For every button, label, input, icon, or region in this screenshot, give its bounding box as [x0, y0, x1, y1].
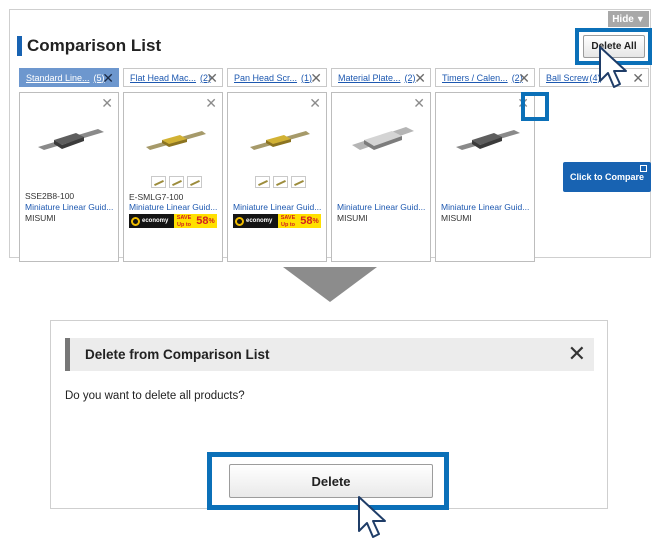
- page-title: Comparison List: [27, 36, 162, 55]
- dialog-header: Delete from Comparison List ✕: [65, 338, 594, 371]
- remove-icon[interactable]: ✕: [309, 96, 321, 110]
- close-icon[interactable]: ✕: [414, 70, 426, 86]
- discount-unit: %: [208, 217, 215, 225]
- product-card[interactable]: ✕ Miniature Linear Guid... MISUMI: [435, 92, 535, 262]
- tab-label: Timers / Calen...: [442, 72, 508, 83]
- tab-standard-line[interactable]: Standard Line... (5) ✕: [19, 68, 119, 87]
- linear-guide-image: [146, 131, 206, 150]
- delete-button[interactable]: Delete: [229, 464, 433, 498]
- discount-percent: 58%: [194, 214, 217, 228]
- linear-guide-image: [38, 129, 104, 150]
- comparison-panel: Hide ▼ Comparison List Delete All Standa…: [9, 9, 652, 262]
- discount-value: 58: [300, 215, 313, 227]
- variant-thumbnail[interactable]: [169, 176, 184, 188]
- economy-badge: economy SAVE Up to 58%: [233, 214, 321, 228]
- close-icon[interactable]: ✕: [102, 70, 114, 86]
- product-brand: MISUMI: [337, 213, 368, 223]
- remove-icon[interactable]: ✕: [413, 96, 425, 110]
- save-label-box: SAVE Up to: [278, 214, 298, 228]
- remove-icon[interactable]: ✕: [101, 96, 113, 110]
- variant-thumbnail[interactable]: [151, 176, 166, 188]
- economy-label: economy: [246, 218, 273, 224]
- remove-highlight: [521, 92, 549, 121]
- variant-thumbnail[interactable]: [255, 176, 270, 188]
- discount-value: 58: [196, 215, 209, 227]
- save-label: SAVE: [176, 215, 192, 221]
- product-sku: E-SMLG7-100: [129, 192, 184, 202]
- tab-timers[interactable]: Timers / Calen... (2) ✕: [435, 68, 535, 87]
- dialog-title: Delete from Comparison List: [85, 347, 270, 362]
- tab-pan-head[interactable]: Pan Head Scr... (1) ✕: [227, 68, 327, 87]
- tab-label: Material Plate...: [338, 72, 401, 83]
- variant-thumbnail[interactable]: [291, 176, 306, 188]
- close-icon[interactable]: ✕: [518, 70, 530, 86]
- variant-thumbnail[interactable]: [187, 176, 202, 188]
- product-name-link[interactable]: Miniature Linear Guid...: [129, 202, 225, 212]
- delete-dialog: Delete from Comparison List ✕ Do you wan…: [50, 320, 608, 510]
- linear-guide-image: [352, 127, 414, 150]
- product-card[interactable]: ✕ Miniature Linear Guid... MISUMI: [331, 92, 431, 262]
- product-brand: MISUMI: [441, 213, 472, 223]
- upto-label: Up to: [176, 221, 192, 228]
- caret-down-icon: ▼: [635, 14, 645, 24]
- linear-guide-image: [456, 130, 520, 150]
- economy-g-icon: [131, 216, 140, 226]
- product-name-link[interactable]: Miniature Linear Guid...: [441, 202, 537, 212]
- tab-label: Pan Head Scr...: [234, 72, 298, 83]
- tab-material-plate[interactable]: Material Plate... (2) ✕: [331, 68, 431, 87]
- remove-icon[interactable]: ✕: [205, 96, 217, 110]
- variant-thumbnails: [255, 176, 306, 188]
- hide-button[interactable]: Hide ▼: [608, 11, 649, 27]
- economy-g-icon: [235, 216, 244, 226]
- upto-label: Up to: [280, 221, 296, 228]
- product-name-link[interactable]: Miniature Linear Guid...: [337, 202, 433, 212]
- product-card[interactable]: ✕ SSE2B8-100 Miniature Linear Guid... MI…: [19, 92, 119, 262]
- close-icon[interactable]: ✕: [206, 70, 218, 86]
- category-tabs: Standard Line... (5) ✕ Flat Head Mac... …: [19, 68, 649, 87]
- economy-logo: economy: [233, 214, 278, 228]
- close-icon[interactable]: ✕: [310, 70, 322, 86]
- economy-logo: economy: [129, 214, 174, 228]
- tab-label: Flat Head Mac...: [130, 72, 197, 83]
- discount-percent: 58%: [298, 214, 321, 228]
- save-label-box: SAVE Up to: [174, 214, 194, 228]
- economy-label: economy: [142, 218, 169, 224]
- tab-label: Standard Line...: [26, 72, 90, 83]
- arrow-down-icon: [283, 267, 377, 302]
- discount-unit: %: [312, 217, 319, 225]
- linear-guide-image: [250, 131, 310, 150]
- tab-flat-head[interactable]: Flat Head Mac... (2) ✕: [123, 68, 223, 87]
- mouse-cursor-icon: [358, 496, 386, 538]
- title-accent-bar: [17, 36, 22, 56]
- external-window-icon: [640, 165, 647, 172]
- product-name-link[interactable]: Miniature Linear Guid...: [233, 202, 329, 212]
- product-sku: SSE2B8-100: [25, 191, 75, 201]
- variant-thumbnails: [151, 176, 202, 188]
- tab-label: Ball Screw: [546, 72, 589, 83]
- save-label: SAVE: [280, 215, 296, 221]
- dialog-message: Do you want to delete all products?: [65, 390, 245, 402]
- variant-thumbnail[interactable]: [273, 176, 288, 188]
- product-brand: MISUMI: [25, 213, 56, 223]
- product-card[interactable]: ✕ E-SMLG7-100 Miniature Linear Guid... e…: [123, 92, 223, 262]
- product-card[interactable]: ✕ Miniature Linear Guid... economy SAVE …: [227, 92, 327, 262]
- product-name-link[interactable]: Miniature Linear Guid...: [25, 202, 121, 212]
- mouse-cursor-icon: [599, 46, 627, 88]
- close-icon[interactable]: ✕: [568, 342, 586, 366]
- economy-badge: economy SAVE Up to 58%: [129, 214, 217, 228]
- compare-button[interactable]: Click to Compare: [563, 162, 651, 192]
- compare-label: Click to Compare: [569, 172, 645, 182]
- hide-label: Hide: [612, 13, 634, 25]
